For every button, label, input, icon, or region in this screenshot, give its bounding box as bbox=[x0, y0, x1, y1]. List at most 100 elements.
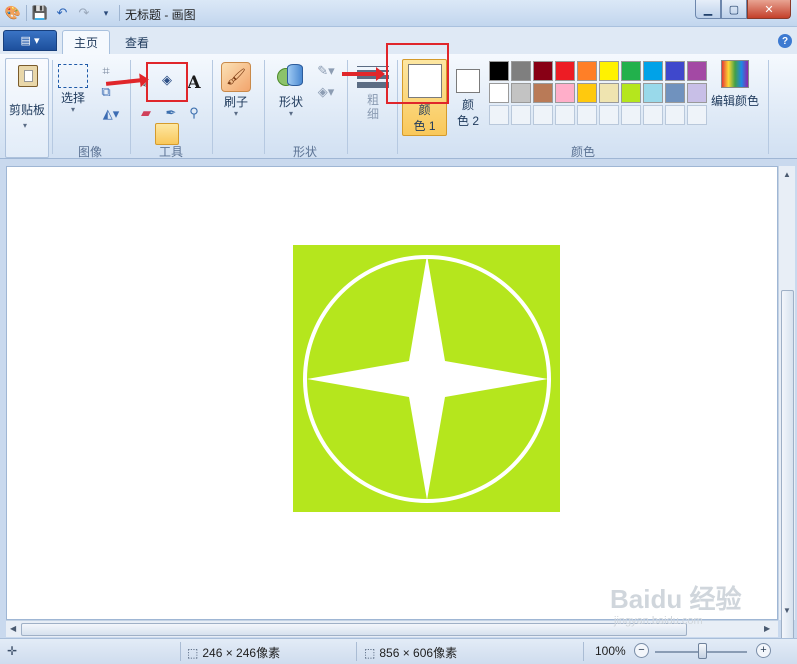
brushes-dropdown-icon: ▾ bbox=[233, 109, 238, 118]
magnifier-icon[interactable]: ⚲ bbox=[185, 104, 203, 122]
select-dropdown-icon: ▾ bbox=[70, 105, 75, 114]
palette-swatch[interactable] bbox=[577, 61, 597, 81]
clipboard-icon bbox=[18, 65, 38, 87]
palette-swatch[interactable] bbox=[533, 83, 553, 103]
palette-swatch[interactable] bbox=[489, 61, 509, 81]
colors-group-label: 颜色 bbox=[570, 145, 595, 159]
shapes-button[interactable]: 形状 ▾ bbox=[273, 62, 309, 119]
palette-empty-swatch[interactable] bbox=[555, 105, 575, 125]
palette-swatch[interactable] bbox=[533, 61, 553, 81]
window-title: 无标题 - 画图 bbox=[125, 8, 196, 22]
palette-empty-swatch[interactable] bbox=[599, 105, 619, 125]
clipboard-button[interactable]: 剪贴板 ▾ bbox=[5, 58, 49, 158]
zoom-slider-thumb[interactable] bbox=[698, 643, 707, 659]
brushes-label: 刷子 bbox=[223, 95, 248, 109]
palette-swatch[interactable] bbox=[643, 83, 663, 103]
canvas-size-icon: ⬚ bbox=[364, 645, 376, 660]
color2-label-line1: 颜 bbox=[461, 98, 474, 112]
outline-icon[interactable]: ✎▾ bbox=[314, 62, 338, 80]
rotate-icon[interactable]: ◭▾ bbox=[97, 105, 125, 123]
palette-swatch[interactable] bbox=[665, 61, 685, 81]
clipboard-label: 剪贴板 bbox=[8, 103, 45, 117]
clipboard-dropdown-icon: ▾ bbox=[23, 121, 28, 130]
palette-swatch[interactable] bbox=[621, 83, 641, 103]
palette-swatch[interactable] bbox=[687, 61, 707, 81]
tab-home[interactable]: 主页 bbox=[62, 30, 111, 54]
shapes-group-label: 形状 bbox=[292, 145, 317, 159]
zoom-level: 100% bbox=[595, 644, 626, 658]
svg-text:jingyan.baidu.com: jingyan.baidu.com bbox=[613, 615, 703, 627]
canvas-size: ⬚ 856 × 606像素 bbox=[364, 644, 457, 661]
scroll-left-icon[interactable]: ◀ bbox=[10, 624, 16, 633]
palette-swatch[interactable] bbox=[577, 83, 597, 103]
undo-icon[interactable]: ↶ bbox=[53, 4, 71, 22]
color-picker-icon[interactable]: ✒ bbox=[162, 104, 180, 122]
palette-swatch[interactable] bbox=[621, 61, 641, 81]
size-label-line1: 粗 bbox=[366, 93, 379, 107]
select-rectangle-icon bbox=[58, 64, 88, 88]
palette-swatch[interactable] bbox=[489, 83, 509, 103]
palette-empty-swatch[interactable] bbox=[577, 105, 597, 125]
status-separator bbox=[180, 642, 181, 661]
fill-shape-icon[interactable]: ◈▾ bbox=[314, 83, 338, 101]
palette-empty-swatch[interactable] bbox=[489, 105, 509, 125]
zoom-in-button[interactable]: + bbox=[756, 643, 771, 658]
eraser-icon[interactable]: ▰ bbox=[137, 104, 155, 122]
palette-swatch[interactable] bbox=[511, 61, 531, 81]
palette-swatch[interactable] bbox=[599, 61, 619, 81]
quick-access-toolbar: 🎨 💾 ↶ ↷ ▾ bbox=[4, 4, 120, 22]
palette-swatch[interactable] bbox=[599, 83, 619, 103]
color-palette bbox=[489, 61, 707, 125]
brushes-button[interactable]: 🖌 刷子 ▾ bbox=[218, 62, 254, 119]
palette-swatch[interactable] bbox=[665, 83, 685, 103]
palette-swatch[interactable] bbox=[511, 83, 531, 103]
color2-button[interactable]: 颜 色 2 bbox=[451, 59, 485, 129]
image-group-label: 图像 bbox=[77, 145, 102, 159]
palette-empty-swatch[interactable] bbox=[533, 105, 553, 125]
selection-size: ⬚ 246 × 246像素 bbox=[187, 644, 280, 661]
window-controls: ▁ ▢ ✕ bbox=[695, 0, 791, 19]
edit-colors-button[interactable]: 编辑颜色 bbox=[711, 60, 759, 109]
select-button[interactable]: 选择 ▾ bbox=[57, 64, 89, 115]
horizontal-scroll-thumb[interactable] bbox=[21, 623, 687, 636]
scroll-down-icon[interactable]: ▼ bbox=[783, 606, 791, 615]
palette-empty-swatch[interactable] bbox=[643, 105, 663, 125]
help-icon[interactable]: ? bbox=[778, 34, 792, 48]
redo-icon[interactable]: ↷ bbox=[75, 4, 93, 22]
palette-swatch[interactable] bbox=[555, 61, 575, 81]
zoom-out-button[interactable]: − bbox=[634, 643, 649, 658]
qat-customize-icon[interactable]: ▾ bbox=[97, 4, 115, 22]
brush-icon: 🖌 bbox=[221, 62, 251, 92]
palette-empty-swatch[interactable] bbox=[511, 105, 531, 125]
color2-label-line2: 色 2 bbox=[456, 114, 479, 128]
color1-annotation-box bbox=[386, 43, 449, 104]
canvas-size-value: 856 × 606像素 bbox=[379, 646, 458, 660]
annotation-arrow-icon bbox=[342, 67, 385, 81]
qat-separator bbox=[119, 5, 120, 21]
vertical-scroll-thumb[interactable] bbox=[781, 290, 794, 654]
palette-swatch[interactable] bbox=[555, 83, 575, 103]
tab-view[interactable]: 查看 bbox=[114, 30, 160, 54]
shapes-dropdown-icon: ▾ bbox=[288, 109, 293, 118]
group-separator bbox=[130, 60, 131, 154]
palette-swatch[interactable] bbox=[643, 61, 663, 81]
select-label: 选择 bbox=[60, 91, 85, 105]
vertical-scrollbar[interactable]: ▲ ▼ bbox=[778, 166, 795, 654]
crop-icon[interactable]: ⌗ bbox=[97, 62, 115, 80]
palette-empty-swatch[interactable] bbox=[687, 105, 707, 125]
status-separator bbox=[583, 642, 584, 661]
maximize-button[interactable]: ▢ bbox=[721, 0, 747, 19]
palette-swatch[interactable] bbox=[687, 83, 707, 103]
palette-empty-swatch[interactable] bbox=[665, 105, 685, 125]
save-icon[interactable]: 💾 bbox=[31, 4, 49, 22]
close-button[interactable]: ✕ bbox=[747, 0, 791, 19]
app-menu-button[interactable]: ▤ ▾ bbox=[3, 30, 57, 51]
minimize-button[interactable]: ▁ bbox=[695, 0, 721, 19]
scroll-up-icon[interactable]: ▲ bbox=[783, 170, 791, 179]
edit-colors-label: 编辑颜色 bbox=[711, 94, 760, 108]
qat-separator bbox=[26, 5, 27, 21]
palette-empty-swatch[interactable] bbox=[621, 105, 641, 125]
status-bar: ✛ ⬚ 246 × 246像素 ⬚ 856 × 606像素 100% − + bbox=[0, 638, 797, 664]
drawing-canvas[interactable] bbox=[293, 245, 560, 512]
paint-app-icon[interactable]: 🎨 bbox=[4, 4, 22, 22]
